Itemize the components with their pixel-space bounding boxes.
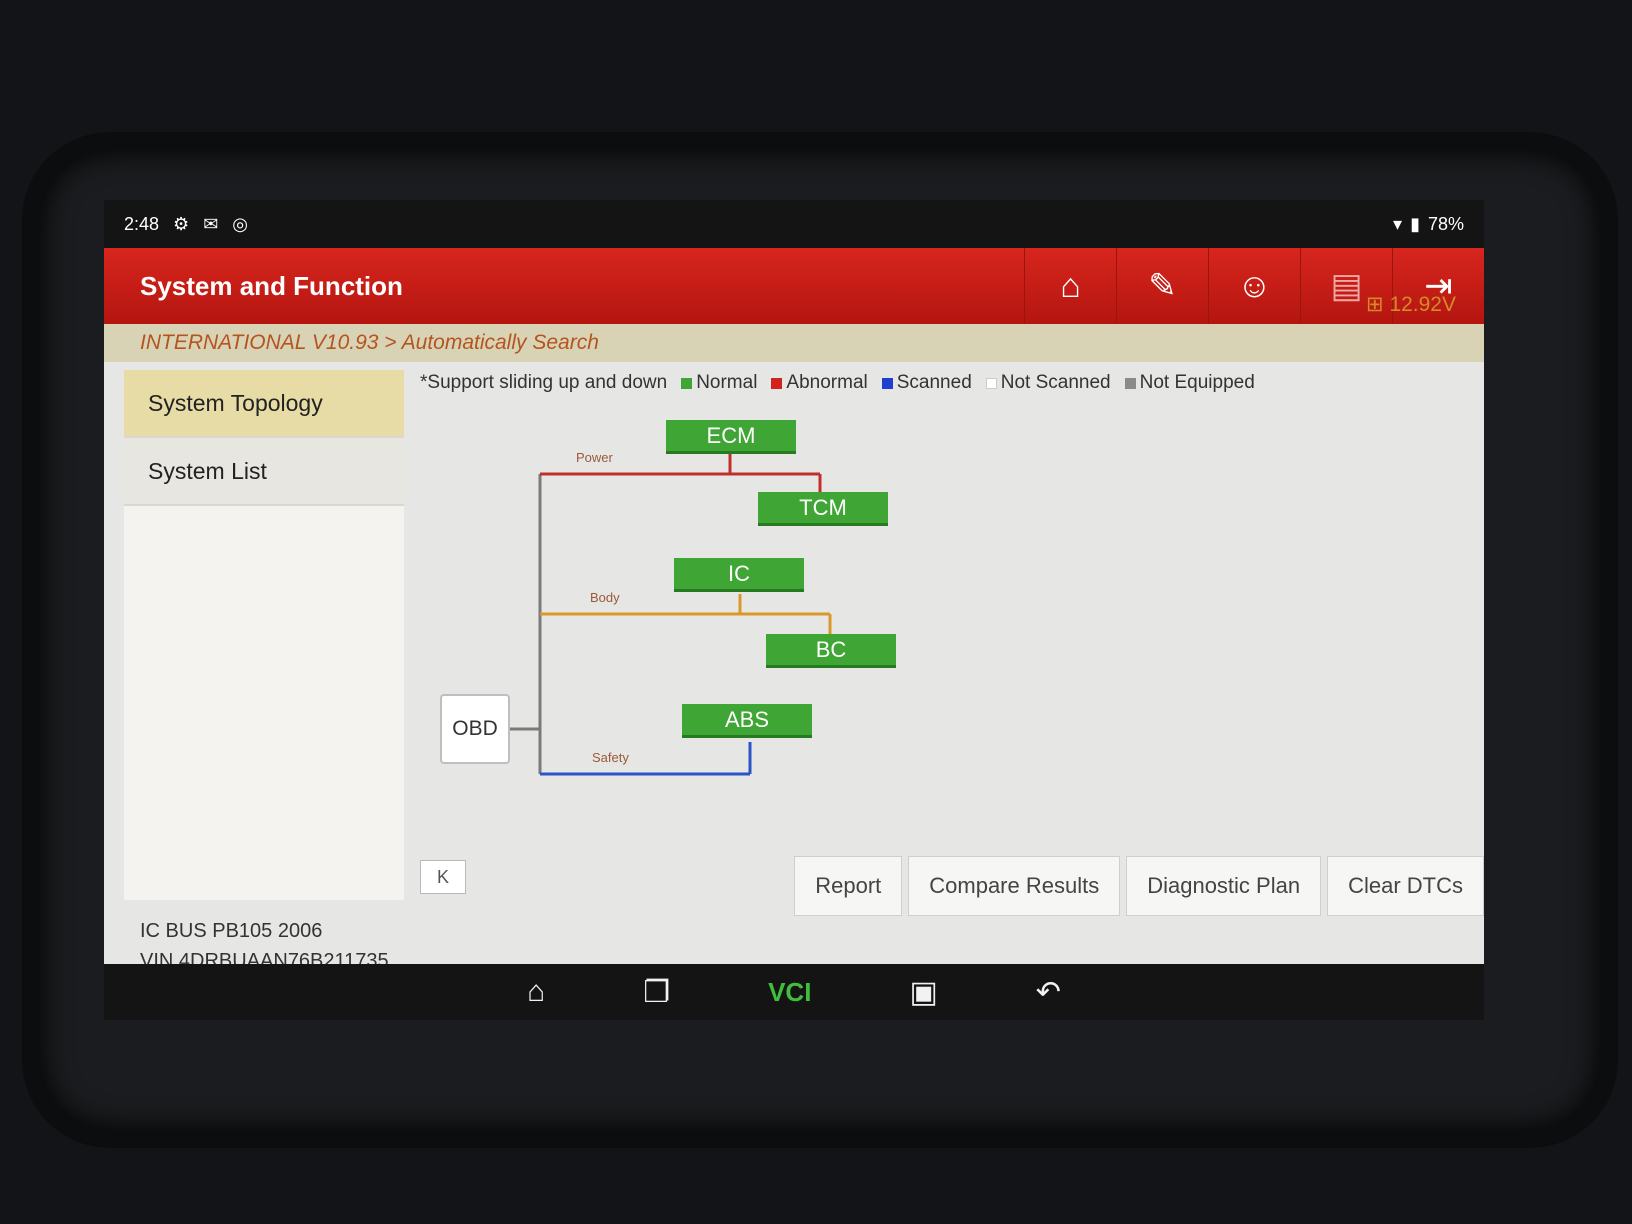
legend-item-scanned: Scanned	[881, 372, 972, 394]
sidebar-item-label: System List	[148, 457, 267, 484]
legend-swatch	[1124, 377, 1136, 389]
print-icon: ▤	[1330, 267, 1363, 305]
nav-back-icon[interactable]: ↶	[1036, 975, 1061, 1010]
legend-item-not-equipped: Not Equipped	[1124, 372, 1255, 394]
legend-item-abnormal: Abnormal	[771, 372, 868, 394]
status-time: 2:48	[124, 213, 160, 234]
legend-item-normal: Normal	[681, 372, 757, 394]
battery-icon: ▮	[1410, 213, 1420, 234]
legend: *Support sliding up and down Normal Abno…	[420, 372, 1255, 394]
sidebar-item-label: System Topology	[148, 389, 323, 416]
node-ic[interactable]: IC	[674, 558, 804, 592]
node-abs[interactable]: ABS	[682, 704, 812, 738]
bus-label-power: Power	[576, 450, 613, 465]
bus-label-body: Body	[590, 590, 620, 605]
status-bar: 2:48 ⚙ ✉ ◎ ▾ ▮ 78%	[104, 200, 1484, 248]
mail-icon: ✉	[203, 213, 219, 234]
support-icon: ☺	[1237, 266, 1272, 305]
node-bc[interactable]: BC	[766, 634, 896, 668]
breadcrumb: INTERNATIONAL V10.93 > Automatically Sea…	[140, 331, 599, 354]
app-screen: 2:48 ⚙ ✉ ◎ ▾ ▮ 78% System and Function ⌂…	[104, 200, 1484, 1020]
nav-gallery-icon[interactable]: ▣	[909, 975, 937, 1010]
diagnostic-plan-button[interactable]: Diagnostic Plan	[1126, 856, 1322, 916]
node-tcm[interactable]: TCM	[758, 492, 888, 526]
page-title: System and Function	[140, 270, 403, 301]
breadcrumb-bar: INTERNATIONAL V10.93 > Automatically Sea…	[104, 293, 1484, 362]
sidebar-item-system-list[interactable]: System List	[124, 438, 404, 506]
legend-label: Abnormal	[786, 372, 868, 393]
nav-recents-icon[interactable]: ❐	[643, 975, 670, 1010]
settings-icon: ⚙	[173, 213, 190, 234]
legend-label: Normal	[696, 372, 758, 393]
battery-voltage: ⊞ 12.92V	[1366, 292, 1456, 317]
collapse-button[interactable]: K	[420, 860, 466, 894]
action-bar: Report Compare Results Diagnostic Plan C…	[794, 856, 1484, 916]
edit-button[interactable]: ✎	[1116, 248, 1208, 324]
sidebar: System Topology System List	[124, 370, 404, 900]
edit-icon: ✎	[1148, 267, 1177, 305]
battery-level: 78%	[1427, 213, 1464, 234]
legend-item-not-scanned: Not Scanned	[985, 372, 1111, 394]
car-battery-icon: ⊞	[1365, 293, 1384, 316]
legend-label: Not Equipped	[1139, 372, 1255, 393]
home-button[interactable]: ⌂	[1024, 248, 1116, 324]
wifi-icon: ▾	[1393, 213, 1403, 234]
support-button[interactable]: ☺	[1208, 248, 1300, 324]
nav-home-icon[interactable]: ⌂	[527, 975, 545, 1009]
compare-results-button[interactable]: Compare Results	[908, 856, 1121, 916]
clear-dtcs-button[interactable]: Clear DTCs	[1327, 856, 1484, 916]
android-nav-bar: ⌂ ❐ VCI ▣ ↶	[104, 964, 1484, 1020]
node-ecm[interactable]: ECM	[666, 420, 796, 454]
legend-label: Not Scanned	[1000, 372, 1111, 393]
legend-label: Scanned	[896, 372, 972, 393]
topology-panel: *Support sliding up and down Normal Abno…	[410, 364, 1484, 912]
vehicle-model: IC BUS PB105 2006	[140, 920, 323, 942]
legend-swatch	[985, 377, 997, 389]
legend-swatch	[771, 377, 783, 389]
obd-port[interactable]: OBD	[440, 694, 510, 764]
system-topology-diagram: Power Body Safety ECM TCM IC BC ABS OBD	[410, 404, 1130, 824]
topology-lines	[510, 454, 832, 776]
voltage-value: 12.92V	[1389, 293, 1456, 316]
app-header: System and Function ⌂ ✎ ☺ ▤ ⇥	[104, 248, 1484, 324]
bus-label-safety: Safety	[592, 750, 629, 765]
legend-swatch	[681, 377, 693, 389]
vci-icon[interactable]: VCI	[768, 977, 811, 1008]
scroll-hint: *Support sliding up and down	[420, 372, 668, 393]
sync-icon: ◎	[232, 213, 248, 234]
sidebar-item-system-topology[interactable]: System Topology	[124, 370, 404, 438]
report-button[interactable]: Report	[794, 856, 903, 916]
home-icon: ⌂	[1060, 266, 1081, 305]
legend-swatch	[881, 377, 893, 389]
